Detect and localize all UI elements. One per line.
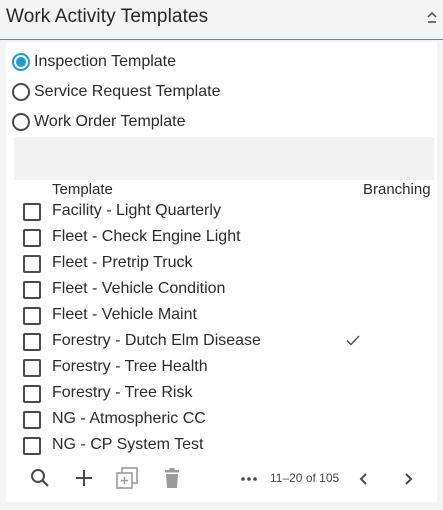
next-page-icon[interactable]	[396, 466, 420, 490]
table-row[interactable]: Fleet - Vehicle Condition	[6, 277, 437, 303]
radio-label: Work Order Template	[34, 113, 186, 130]
table-row[interactable]: Forestry - Tree Risk	[6, 381, 437, 407]
table-row[interactable]: Fleet - Vehicle Maint	[6, 303, 437, 329]
more-icon[interactable]	[237, 466, 261, 490]
row-checkbox[interactable]	[23, 307, 41, 325]
table-row[interactable]: Fleet - Check Engine Light	[6, 225, 437, 251]
template-name: NG - Atmospheric CC	[52, 410, 206, 427]
template-name: Forestry - Tree Risk	[52, 384, 193, 401]
table-row[interactable]: Facility - Light Quarterly	[6, 199, 437, 225]
table-row[interactable]: NG - Atmospheric CC	[6, 407, 437, 433]
table-row[interactable]: Forestry - Dutch Elm Disease	[6, 329, 437, 355]
row-checkbox[interactable]	[23, 281, 41, 299]
delete-icon[interactable]	[160, 466, 184, 490]
row-checkbox[interactable]	[23, 437, 41, 455]
radio-work-order-template[interactable]: Work Order Template	[12, 111, 185, 133]
checkmark-icon	[345, 332, 361, 348]
column-header-template[interactable]: Template	[52, 181, 113, 198]
radio-label: Inspection Template	[34, 53, 177, 70]
table-row[interactable]: Forestry - Tree Health	[6, 355, 437, 381]
row-checkbox[interactable]	[23, 359, 41, 377]
panel-header: Work Activity Templates	[0, 0, 443, 40]
search-icon[interactable]	[28, 466, 52, 490]
template-name: NG - CP System Test	[52, 436, 204, 453]
copy-icon[interactable]	[115, 466, 139, 490]
pager-range: 11–20 of 105	[270, 471, 340, 485]
template-name: Fleet - Vehicle Maint	[52, 306, 197, 323]
template-name: Fleet - Pretrip Truck	[52, 254, 193, 271]
row-checkbox[interactable]	[23, 333, 41, 351]
row-checkbox[interactable]	[23, 255, 41, 273]
panel-title: Work Activity Templates	[6, 6, 209, 27]
template-name: Forestry - Tree Health	[52, 358, 208, 375]
filter-area[interactable]	[14, 137, 434, 180]
row-checkbox[interactable]	[23, 411, 41, 429]
previous-page-icon[interactable]	[352, 466, 376, 490]
radio-button[interactable]	[12, 113, 30, 131]
template-name: Forestry - Dutch Elm Disease	[52, 332, 261, 349]
chevron-up-icon[interactable]	[425, 10, 439, 26]
radio-inspection-template[interactable]: Inspection Template	[12, 51, 176, 73]
table-row[interactable]: Fleet - Pretrip Truck	[6, 251, 437, 277]
row-checkbox[interactable]	[23, 385, 41, 403]
radio-button-selected[interactable]	[12, 53, 30, 71]
table-toolbar: 11–20 of 105	[6, 462, 437, 492]
radio-button[interactable]	[12, 83, 30, 101]
table-row[interactable]: NG - CP System Test	[6, 433, 437, 459]
row-checkbox[interactable]	[23, 203, 41, 221]
panel-body: Inspection Template Service Request Temp…	[6, 42, 437, 502]
template-name: Fleet - Vehicle Condition	[52, 280, 226, 297]
template-name: Facility - Light Quarterly	[52, 202, 221, 219]
work-activity-templates-panel: Work Activity Templates Inspection Templ…	[0, 0, 443, 510]
template-name: Fleet - Check Engine Light	[52, 228, 241, 245]
add-icon[interactable]	[72, 466, 96, 490]
column-header-branching[interactable]: Branching	[363, 181, 431, 198]
radio-label: Service Request Template	[34, 83, 221, 100]
radio-service-request-template[interactable]: Service Request Template	[12, 81, 220, 103]
row-checkbox[interactable]	[23, 229, 41, 247]
